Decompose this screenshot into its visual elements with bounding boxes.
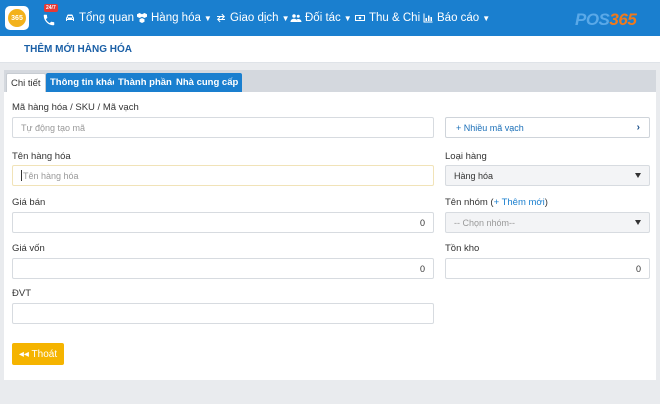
cost-input[interactable]: 0 xyxy=(12,258,434,279)
app-logo[interactable]: 365 xyxy=(5,6,29,30)
nav-giao-dich[interactable]: Giao dịch ▼ xyxy=(215,0,290,36)
tab-thanh-phan[interactable]: Thành phần xyxy=(114,73,176,92)
type-select[interactable]: Hàng hóa xyxy=(445,165,650,186)
car-icon xyxy=(66,14,74,21)
nav-label: Thu & Chi xyxy=(369,12,421,24)
tab-bar: Chi tiết Thông tin khác Thành phần Nhà c… xyxy=(4,70,656,92)
type-label: Loại hàng xyxy=(445,151,487,162)
name-placeholder: Tên hàng hóa xyxy=(23,170,79,181)
group-select[interactable]: -- Chọn nhóm-- xyxy=(445,212,650,233)
brand-logo: POS365 xyxy=(575,10,637,30)
stock-label: Tồn kho xyxy=(445,243,480,254)
caret-down-icon: ▼ xyxy=(203,13,212,23)
chevron-right-icon: › xyxy=(636,122,640,133)
phone-icon xyxy=(43,14,55,26)
logo-mark: 365 xyxy=(8,9,26,27)
unit-label: ĐVT xyxy=(12,288,31,299)
top-navbar: 365 24/7 Tổng quan Hàng hóa ▼ Giao dịch ▼ … xyxy=(0,0,660,36)
money-icon xyxy=(355,15,365,21)
stock-input[interactable]: 0 xyxy=(445,258,650,279)
cubes-icon xyxy=(137,13,147,23)
nav-thu-chi[interactable]: Thu & Chi xyxy=(354,0,420,36)
users-icon xyxy=(290,14,302,22)
nav-doi-tac[interactable]: Đối tác ▼ xyxy=(290,0,352,36)
tab-chi-tiet[interactable]: Chi tiết xyxy=(6,73,46,92)
nav-label: Tổng quan xyxy=(79,12,134,24)
text-cursor xyxy=(21,170,22,181)
nav-label: Đối tác xyxy=(305,12,341,24)
caret-down-icon: ▼ xyxy=(343,13,352,23)
sku-input[interactable]: Tự động tạo mã xyxy=(12,117,434,138)
page-header: THÊM MỚI HÀNG HÓA xyxy=(0,36,660,63)
bar-chart-icon xyxy=(423,13,433,23)
group-label: Tên nhóm (+ Thêm mới) xyxy=(445,197,548,208)
group-label-prefix: Tên nhóm ( xyxy=(445,197,494,208)
unit-input[interactable] xyxy=(12,303,434,324)
sku-label: Mã hàng hóa / SKU / Mã vạch xyxy=(12,102,139,113)
multi-barcode-button[interactable]: + Nhiều mã vạch › xyxy=(445,117,650,138)
caret-down-icon: ▼ xyxy=(281,13,290,23)
tab-nha-cung-cap[interactable]: Nhà cung cấp xyxy=(172,73,243,92)
sku-placeholder: Tự động tạo mã xyxy=(21,122,86,133)
caret-down-icon: ▼ xyxy=(482,13,491,23)
product-form-panel: Chi tiết Thông tin khác Thành phần Nhà c… xyxy=(4,70,656,380)
nav-bao-cao[interactable]: Báo cáo ▼ xyxy=(422,0,490,36)
nav-hang-hoa[interactable]: Hàng hóa ▼ xyxy=(136,0,212,36)
brand-part-b: 365 xyxy=(609,10,637,29)
nav-label: Giao dịch xyxy=(230,12,279,24)
price-input[interactable]: 0 xyxy=(12,212,434,233)
group-label-suffix: ) xyxy=(544,197,548,208)
exit-button[interactable]: ◂◂ Thoát xyxy=(12,343,64,365)
price-label: Giá bán xyxy=(12,197,46,208)
brand-part-a: POS xyxy=(575,10,610,29)
tab-thong-tin-khac[interactable]: Thông tin khác xyxy=(46,73,122,92)
type-value: Hàng hóa xyxy=(454,170,494,181)
nav-tong-quan[interactable]: Tổng quan xyxy=(64,0,134,36)
name-input[interactable]: Tên hàng hóa xyxy=(12,165,434,186)
caret-down-icon xyxy=(635,220,641,225)
multi-barcode-label: + Nhiều mã vạch xyxy=(456,122,524,133)
group-placeholder: -- Chọn nhóm-- xyxy=(454,217,516,228)
nav-label: Báo cáo xyxy=(437,12,480,24)
cost-label: Giá vốn xyxy=(12,243,45,254)
hotline-badge: 24/7 xyxy=(44,4,58,12)
add-group-link[interactable]: + Thêm mới xyxy=(494,197,545,208)
caret-down-icon xyxy=(635,173,641,178)
nav-label: Hàng hóa xyxy=(151,12,201,24)
page-title: THÊM MỚI HÀNG HÓA xyxy=(24,44,132,55)
exchange-icon xyxy=(217,13,225,23)
name-label: Tên hàng hóa xyxy=(12,151,71,162)
